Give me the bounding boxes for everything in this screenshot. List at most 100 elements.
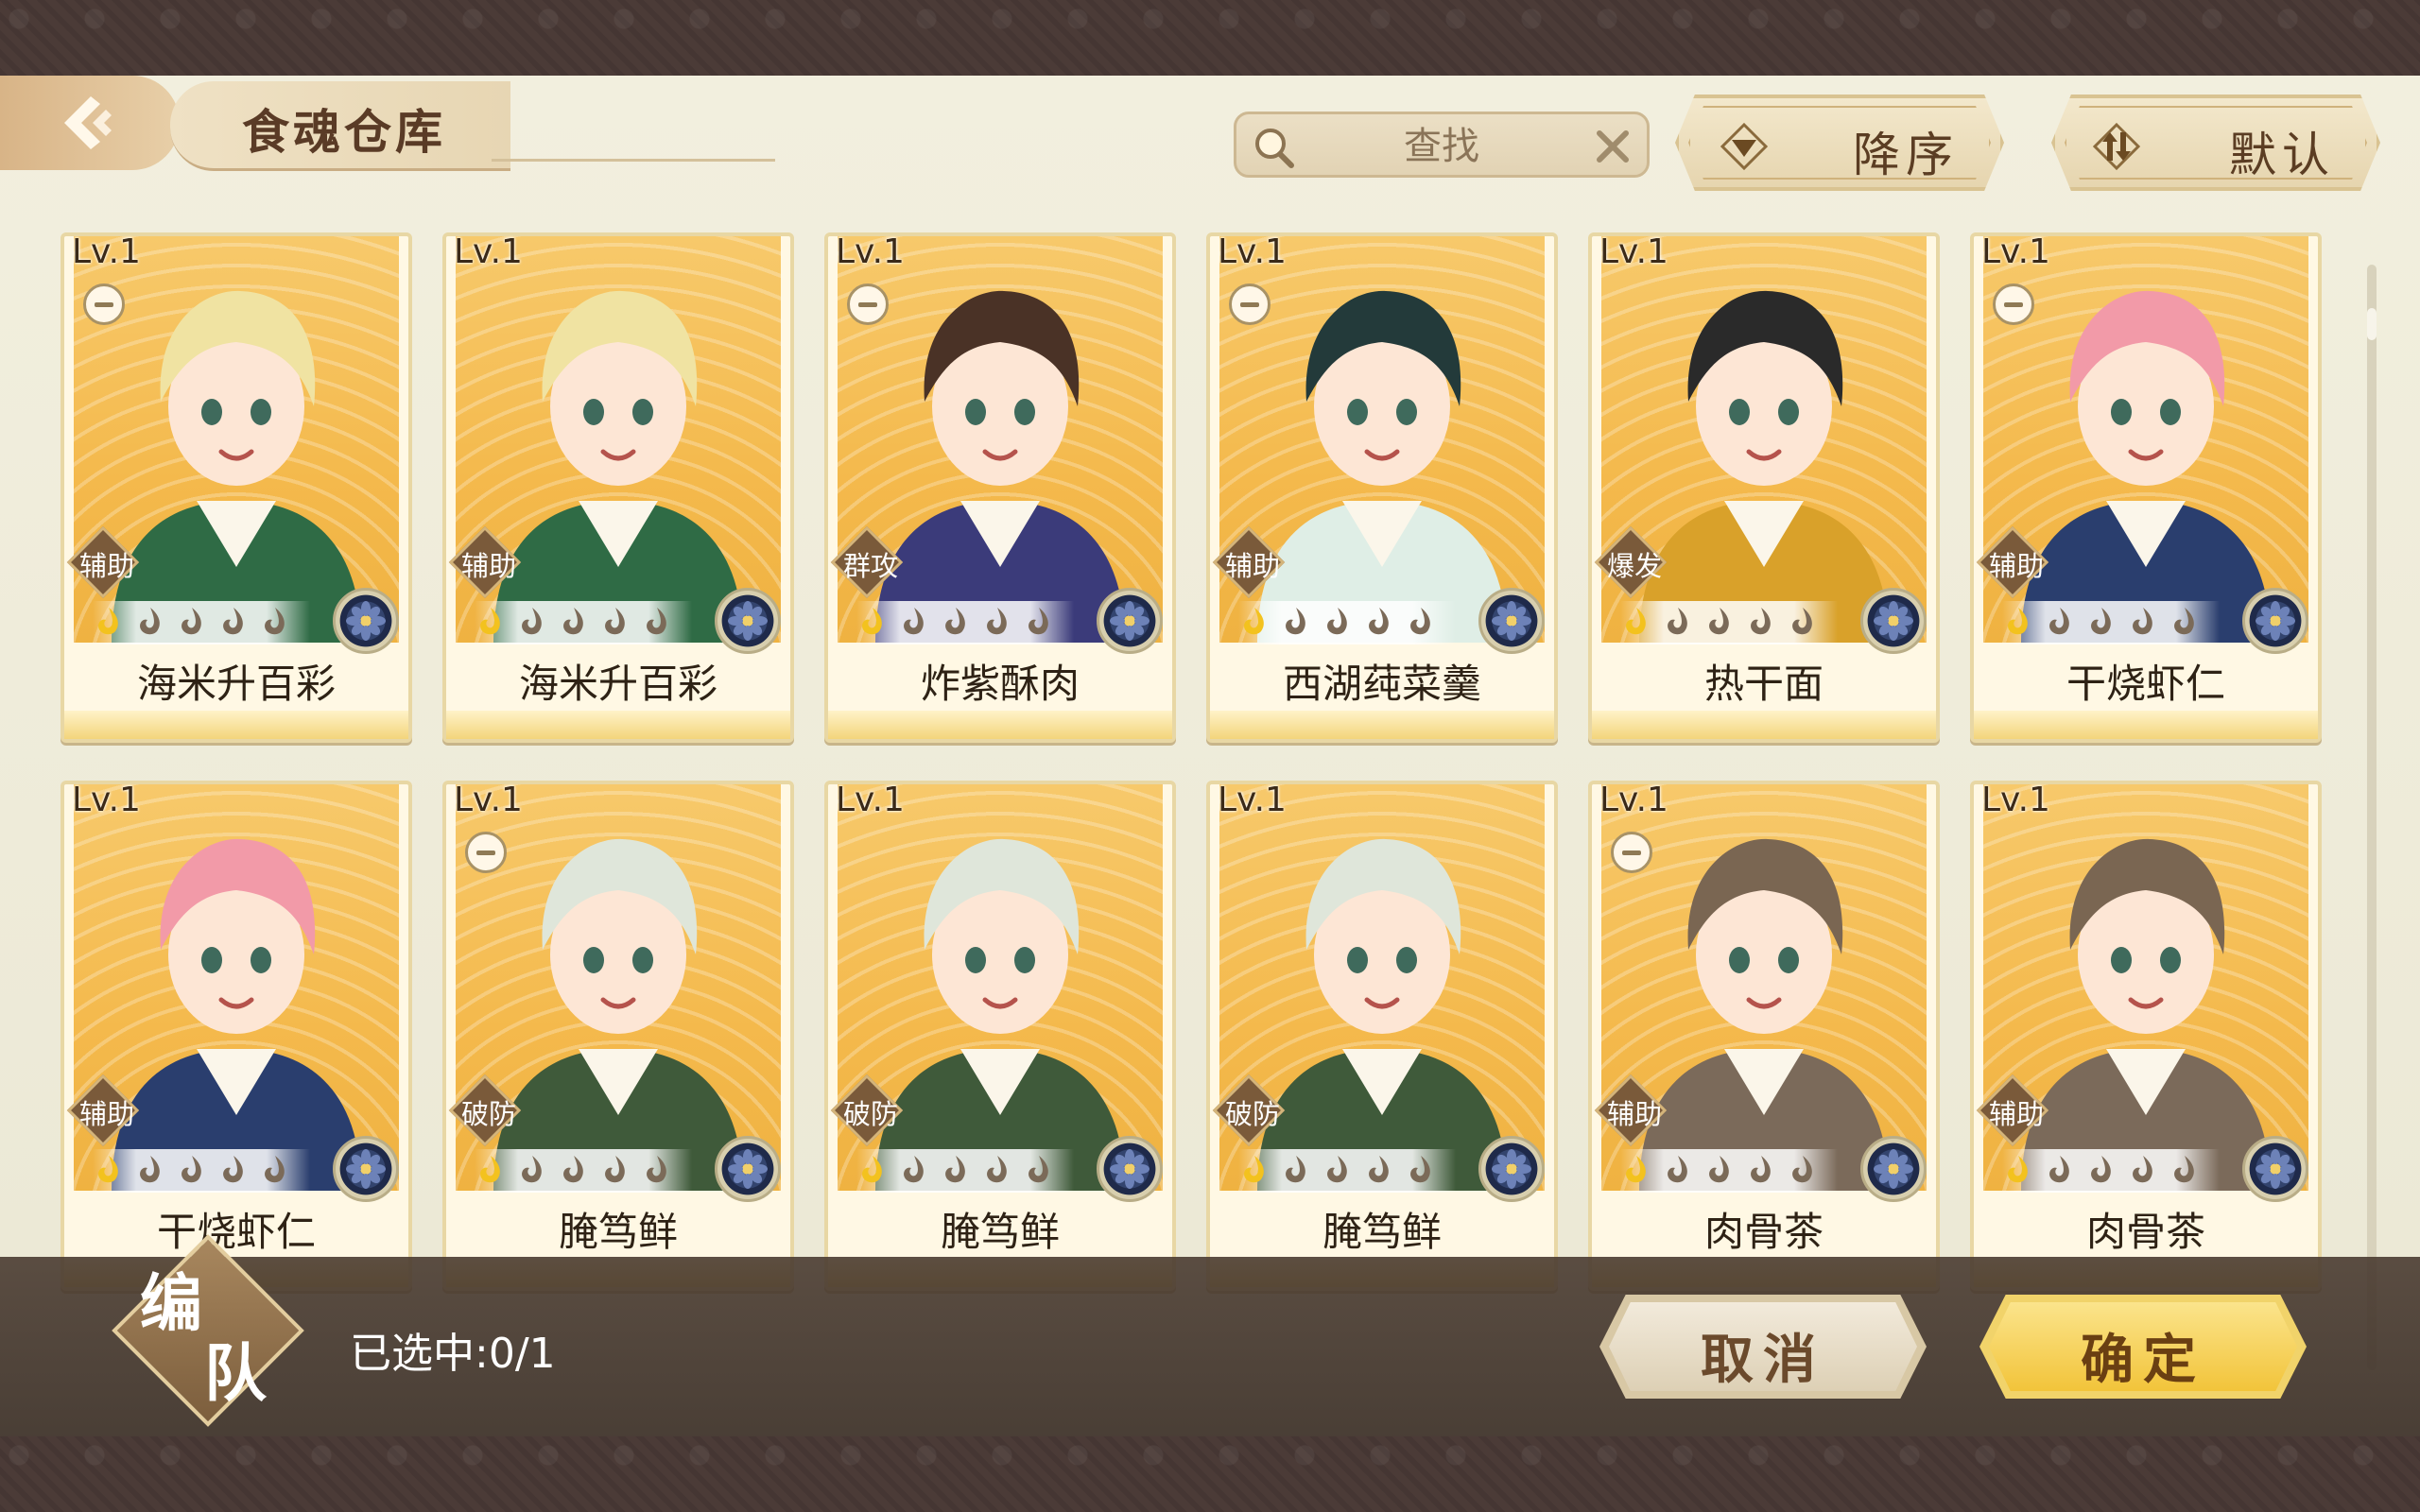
flower-emblem-icon (1097, 1136, 1163, 1202)
flame-star-icon (259, 605, 291, 637)
flame-star-icon (981, 1153, 1013, 1185)
sort-order-button[interactable]: 降序 (1675, 94, 2004, 191)
flame-star-icon (2044, 605, 2076, 637)
flame-star-icon (1363, 1153, 1395, 1185)
character-card[interactable]: Lv.1 辅助 西湖莼菜羹 (1206, 232, 1558, 743)
card-level: Lv.1 (1981, 232, 2050, 271)
cancel-button[interactable]: 取消 (1599, 1295, 1927, 1399)
character-card[interactable]: Lv.1 破防 腌笃鲜 (1206, 781, 1558, 1291)
sort-order-label: 降序 (1853, 128, 1959, 182)
character-card[interactable]: Lv.1 破防 腌笃鲜 (824, 781, 1176, 1291)
flame-star-icon (93, 1153, 125, 1185)
remove-badge-icon[interactable] (465, 832, 507, 873)
star-rating (475, 601, 692, 644)
flame-star-icon (1703, 1153, 1736, 1185)
star-rating (1238, 601, 1456, 644)
card-level: Lv.1 (1599, 781, 1668, 819)
flame-star-icon (898, 1153, 930, 1185)
flower-emblem-icon (2242, 588, 2308, 654)
team-badge: 编 队 (112, 1234, 304, 1427)
character-name: 西湖莼菜羹 (1282, 661, 1481, 707)
role-badge: 辅助 (448, 525, 522, 599)
flame-star-icon (1787, 605, 1819, 637)
flame-star-icon (516, 605, 548, 637)
confirm-button[interactable]: 确定 (1979, 1295, 2307, 1399)
remove-badge-icon[interactable] (83, 284, 125, 325)
role-label: 爆发 (1606, 550, 1662, 582)
flame-star-icon (134, 1153, 166, 1185)
flame-star-icon (1322, 1153, 1354, 1185)
title-divider (492, 159, 775, 162)
role-badge: 辅助 (66, 1074, 140, 1147)
swap-arrows-icon (2093, 123, 2140, 170)
star-rating (1620, 601, 1838, 644)
flame-star-icon (475, 1153, 507, 1185)
role-badge: 群攻 (830, 525, 904, 599)
search-box[interactable] (1234, 112, 1650, 178)
flame-star-icon (1405, 605, 1437, 637)
team-badge-char-2: 队 (204, 1336, 267, 1410)
flame-star-icon (1662, 1153, 1694, 1185)
search-input[interactable] (1322, 122, 1562, 171)
role-label: 辅助 (78, 1098, 134, 1130)
flower-emblem-icon (333, 588, 399, 654)
character-card[interactable]: Lv.1 辅助 肉骨茶 (1588, 781, 1940, 1291)
flame-star-icon (599, 1153, 631, 1185)
role-badge: 破防 (448, 1074, 522, 1147)
flower-emblem-icon (715, 588, 781, 654)
character-card[interactable]: Lv.1 辅助 干烧虾仁 (1970, 232, 2322, 743)
flower-emblem-icon (1097, 588, 1163, 654)
flame-star-icon (2169, 1153, 2201, 1185)
flame-star-icon (2085, 605, 2118, 637)
role-label: 破防 (460, 1098, 516, 1130)
flame-star-icon (217, 605, 250, 637)
flame-star-icon (1703, 605, 1736, 637)
star-rating (475, 1149, 692, 1193)
flame-star-icon (599, 605, 631, 637)
role-label: 辅助 (1988, 1098, 2044, 1130)
card-level: Lv.1 (836, 781, 905, 819)
role-badge: 破防 (1212, 1074, 1286, 1147)
remove-badge-icon[interactable] (847, 284, 889, 325)
character-name: 海米升百彩 (518, 661, 717, 707)
sort-mode-button[interactable]: 默认 (2051, 94, 2380, 191)
character-card[interactable]: Lv.1 辅助 干烧虾仁 (60, 781, 412, 1291)
flame-star-icon (856, 605, 889, 637)
flower-emblem-icon (1478, 1136, 1545, 1202)
star-rating (93, 601, 310, 644)
character-name: 炸紫酥肉 (920, 661, 1080, 707)
scrollbar-thumb[interactable] (2367, 308, 2377, 340)
scrollbar-track[interactable] (2367, 265, 2377, 1370)
role-badge: 辅助 (66, 525, 140, 599)
role-label: 辅助 (78, 550, 134, 582)
close-icon[interactable] (1594, 128, 1632, 165)
flower-emblem-icon (715, 1136, 781, 1202)
flame-star-icon (2085, 1153, 2118, 1185)
remove-badge-icon[interactable] (1611, 832, 1652, 873)
card-level: Lv.1 (1218, 232, 1287, 271)
bottom-frame (0, 1436, 2420, 1512)
character-card[interactable]: Lv.1 辅助 海米升百彩 (60, 232, 412, 743)
remove-badge-icon[interactable] (1229, 284, 1270, 325)
character-card[interactable]: Lv.1 群攻 炸紫酥肉 (824, 232, 1176, 743)
flame-star-icon (940, 605, 972, 637)
character-card[interactable]: Lv.1 爆发 热干面 (1588, 232, 1940, 743)
flame-star-icon (1620, 605, 1652, 637)
back-button[interactable] (0, 76, 180, 170)
flame-star-icon (176, 605, 208, 637)
flame-star-icon (1280, 1153, 1312, 1185)
magnifier-icon (1255, 129, 1294, 168)
card-bottom-trim (1592, 711, 1936, 739)
character-card[interactable]: Lv.1 辅助 海米升百彩 (442, 232, 794, 743)
role-label: 破防 (842, 1098, 898, 1130)
role-badge: 爆发 (1594, 525, 1668, 599)
flame-star-icon (1023, 1153, 1055, 1185)
remove-badge-icon[interactable] (1993, 284, 2034, 325)
flame-star-icon (1745, 605, 1777, 637)
character-name: 腌笃鲜 (558, 1209, 678, 1255)
character-card[interactable]: Lv.1 破防 腌笃鲜 (442, 781, 794, 1291)
star-rating (856, 1149, 1074, 1193)
character-card[interactable]: Lv.1 辅助 肉骨茶 (1970, 781, 2322, 1291)
flame-star-icon (1363, 605, 1395, 637)
flame-star-icon (176, 1153, 208, 1185)
